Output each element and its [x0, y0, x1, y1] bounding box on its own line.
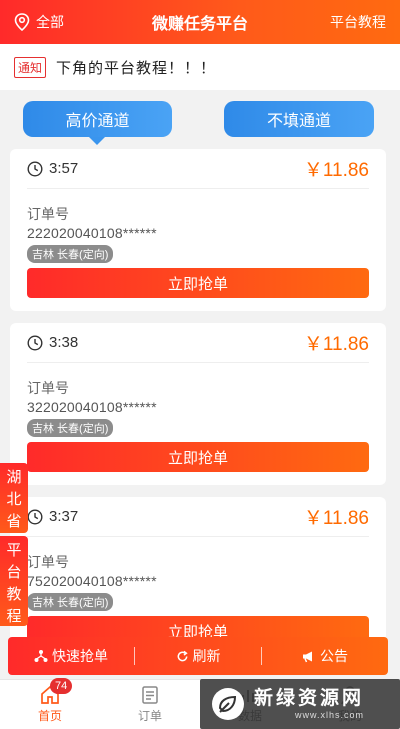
location-pin-icon: [14, 13, 30, 31]
region-badge: 吉林 长春(定向): [27, 419, 114, 437]
clock-icon: [27, 508, 43, 525]
notification-badge: 74: [50, 678, 73, 694]
order-number: 222020040108******: [27, 225, 157, 241]
order-card-header: 3:57 ￥11.86: [27, 149, 369, 189]
tutorial-link[interactable]: 平台教程: [270, 12, 400, 32]
order-time: 3:57: [27, 160, 78, 177]
tab-high-price-channel[interactable]: 高价通道: [23, 101, 172, 145]
order-time-value: 3:57: [49, 160, 79, 177]
notice-bar: 通知 下角的平台教程！！！: [0, 44, 400, 90]
region-badge: 吉林 长春(定向): [27, 593, 114, 611]
order-card-header: 3:38 ￥11.86: [27, 323, 369, 363]
notice-badge: 通知: [14, 56, 47, 78]
location-selector[interactable]: 全部: [0, 12, 130, 32]
side-tag-tutorial[interactable]: 平 台 教 程: [0, 536, 28, 626]
clock-icon: [27, 160, 43, 177]
network-icon: [34, 650, 48, 662]
announcement-label: 公告: [320, 648, 348, 664]
order-time: 3:37: [27, 508, 78, 525]
refresh-button[interactable]: 刷新: [135, 646, 261, 666]
order-card: 3:37 ￥11.86 订单号 752020040108****** 吉林 长春…: [10, 497, 386, 659]
side-tag-char: 台: [6, 564, 22, 581]
order-time-value: 3:38: [49, 334, 79, 351]
order-time-value: 3:37: [49, 508, 79, 525]
side-tag-char: 省: [6, 513, 22, 530]
nav-orders-label: 订单: [137, 709, 162, 723]
side-tag-char: 教: [6, 586, 22, 603]
quick-grab-label: 快速抢单: [52, 648, 108, 664]
clock-icon: [27, 334, 43, 351]
order-number-label: 订单号: [27, 554, 69, 570]
side-tag-char: 平: [6, 542, 22, 559]
nav-home[interactable]: 74 首页: [0, 678, 100, 729]
refresh-icon: [177, 650, 188, 661]
watermark: 新绿资源网 www.xlhs.com: [200, 679, 400, 729]
tab-no-fill-channel[interactable]: 不填通道: [224, 101, 374, 137]
nav-home-label: 首页: [37, 709, 62, 723]
order-time: 3:38: [27, 334, 78, 351]
watermark-text: 新绿资源网 www.xlhs.com: [254, 688, 364, 720]
order-price: ￥11.86: [303, 160, 369, 181]
grab-order-button[interactable]: 立即抢单: [27, 442, 369, 472]
page-title: 微赚任务平台: [151, 16, 248, 33]
quick-grab-button[interactable]: 快速抢单: [8, 646, 134, 666]
order-card: 3:57 ￥11.86 订单号 222020040108****** 吉林 长春…: [10, 149, 386, 311]
top-bar: 全部 微赚任务平台 平台教程: [0, 0, 400, 44]
order-number-label: 订单号: [27, 206, 69, 222]
watermark-url: www.xlhs.com: [295, 710, 365, 720]
orders-icon: [142, 686, 158, 704]
location-label: 全部: [36, 14, 64, 30]
order-price: ￥11.86: [303, 508, 369, 529]
quick-action-bar: 快速抢单 刷新 公告: [8, 637, 388, 675]
refresh-label: 刷新: [192, 648, 221, 664]
notice-text: 下角的平台教程！！！: [56, 59, 217, 77]
grab-order-button[interactable]: 立即抢单: [27, 268, 369, 298]
order-price: ￥11.86: [303, 334, 369, 355]
side-tag-char: 程: [6, 608, 22, 625]
megaphone-icon: [303, 651, 312, 662]
watermark-logo-icon: [212, 688, 244, 720]
order-card: 3:38 ￥11.86 订单号 322020040108****** 吉林 长春…: [10, 323, 386, 485]
side-tag-char: 北: [6, 491, 22, 508]
side-tag-province[interactable]: 湖 北 省: [0, 463, 28, 533]
order-number-label: 订单号: [27, 380, 69, 396]
watermark-title: 新绿资源网: [254, 688, 365, 709]
nav-orders[interactable]: 订单: [100, 680, 200, 729]
announcement-button[interactable]: 公告: [262, 646, 388, 666]
side-tag-char: 湖: [6, 469, 22, 486]
order-number: 322020040108******: [27, 399, 157, 415]
order-number: 752020040108******: [27, 573, 157, 589]
region-badge: 吉林 长春(定向): [27, 245, 114, 263]
order-card-header: 3:37 ￥11.86: [27, 497, 369, 537]
